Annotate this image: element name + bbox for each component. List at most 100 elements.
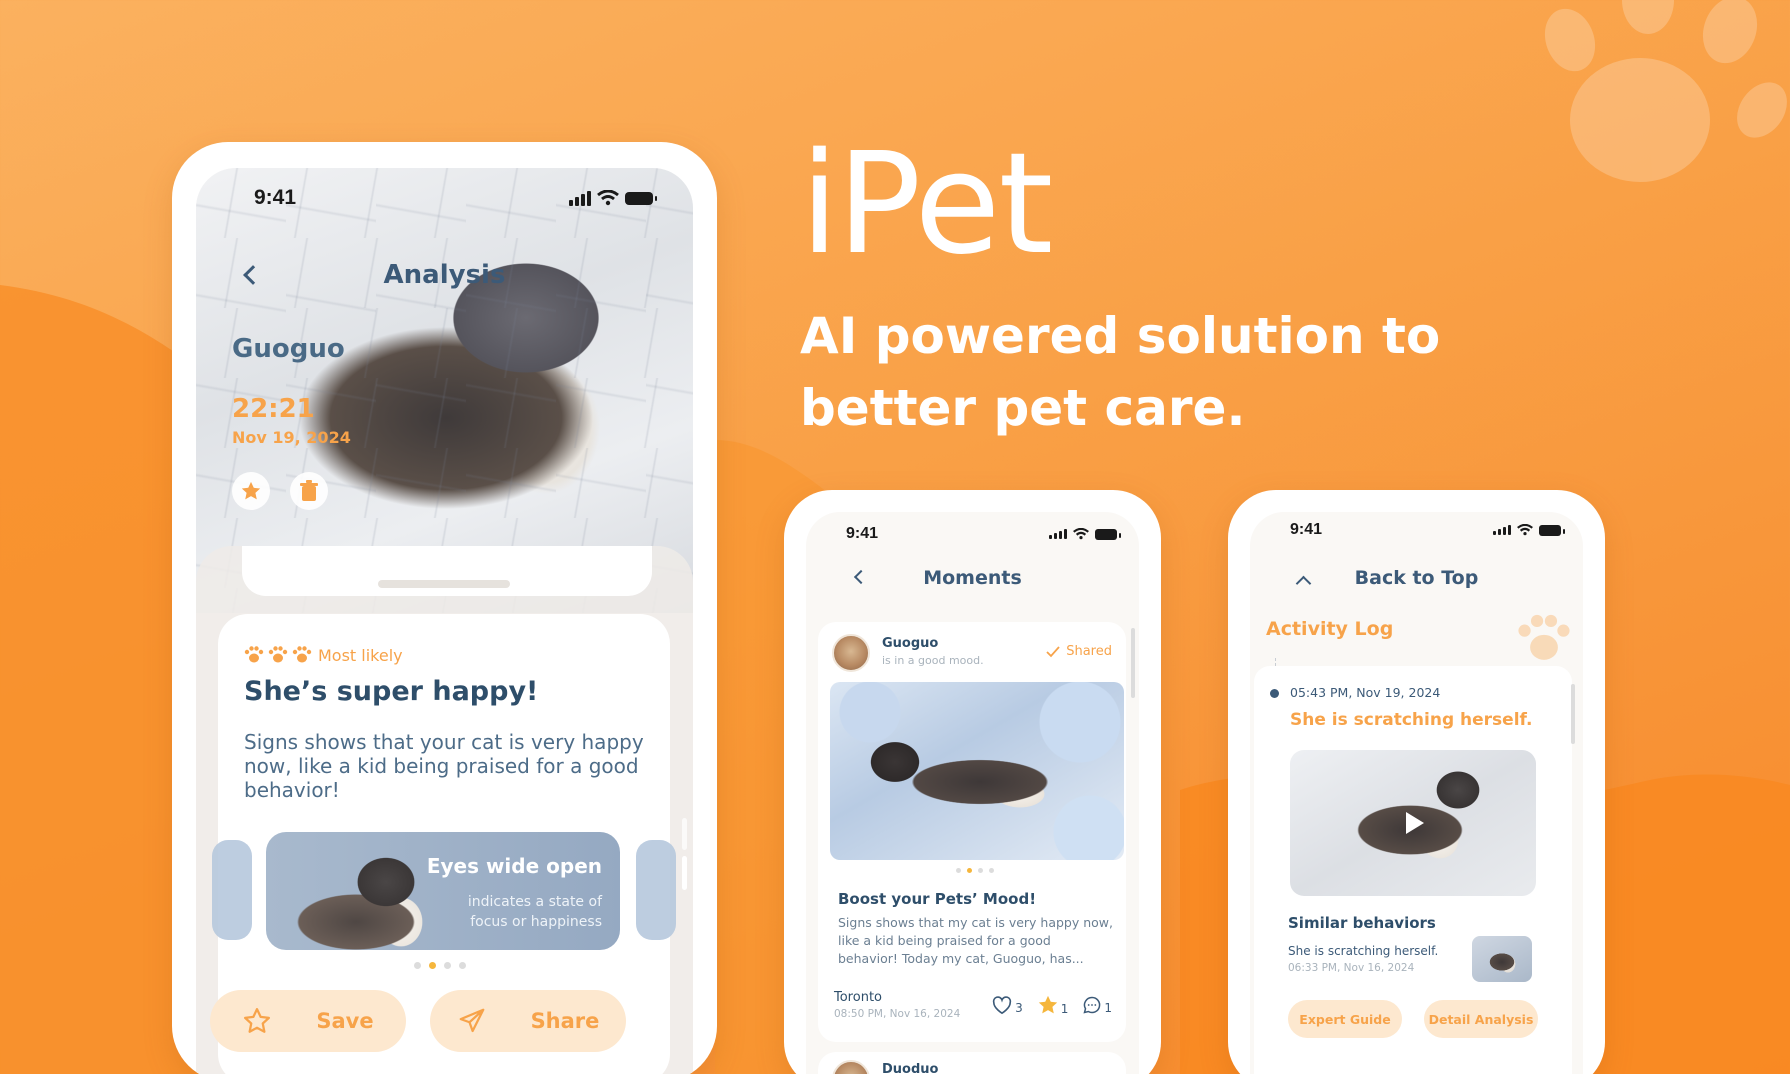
activity-phone-mockup: 9:41 Back to Top Activity Log 05:43 PM, … [1228, 490, 1605, 1074]
app-brand-title: iPet [800, 123, 1053, 286]
detail-analysis-button[interactable]: Detail Analysis [1424, 1000, 1538, 1038]
analysis-time: 22:21 [232, 394, 315, 424]
play-icon[interactable] [1406, 812, 1424, 834]
battery-icon [1095, 528, 1121, 540]
analysis-screen: 9:41 Analysis Guoguo 22:21 Nov 19, 2024 [196, 168, 693, 1074]
post-author[interactable]: Guoguo [882, 636, 938, 651]
trash-icon [300, 480, 318, 501]
scrollbar-thumb[interactable] [1571, 684, 1575, 744]
cellular-signal-icon [569, 190, 591, 206]
carousel-dot[interactable] [956, 868, 961, 873]
scrollbar-thumb[interactable] [682, 856, 687, 890]
status-bar: 9:41 [806, 522, 1139, 546]
carousel-dot[interactable] [459, 962, 466, 969]
similar-behavior-text[interactable]: She is scratching herself. [1288, 944, 1438, 958]
post-mood: is in a good mood. [882, 654, 984, 667]
photo-dots[interactable] [956, 868, 994, 873]
carousel-next-slide[interactable] [636, 840, 676, 940]
page-title: Moments [923, 567, 1022, 589]
moments-phone-mockup: 9:41 Moments Guoguo is in a good mood. S… [784, 490, 1161, 1074]
cellular-signal-icon [1049, 529, 1067, 539]
carousel-prev-slide[interactable] [212, 840, 252, 940]
like-count: 3 [1015, 1001, 1023, 1015]
back-to-top-button[interactable]: Back to Top [1250, 567, 1583, 589]
status-bar: 9:41 [196, 182, 693, 214]
star-count: 1 [1060, 1002, 1069, 1016]
carousel-dot-active[interactable] [967, 868, 972, 873]
status-time: 9:41 [846, 525, 879, 542]
status-bar: 9:41 [1250, 518, 1583, 542]
carousel-dot-active[interactable] [429, 962, 436, 969]
wifi-icon [1517, 524, 1533, 536]
post-author[interactable]: Duoduo [882, 1062, 938, 1074]
carousel-dots[interactable] [414, 962, 466, 969]
activity-entry-card[interactable]: 05:43 PM, Nov 19, 2024 She is scratching… [1254, 666, 1572, 1074]
status-time: 9:41 [254, 186, 297, 209]
carousel-slide[interactable]: Eyes wide open indicates a state of focu… [266, 832, 620, 950]
timeline-dot [1270, 689, 1279, 698]
check-icon [1046, 645, 1060, 657]
activity-screen: 9:41 Back to Top Activity Log 05:43 PM, … [1250, 512, 1583, 1074]
share-button[interactable]: Share [430, 990, 626, 1052]
shared-status: Shared [1046, 644, 1112, 659]
carousel-dot[interactable] [414, 962, 421, 969]
nav-bar: Analysis [196, 256, 693, 296]
entry-video[interactable] [1290, 750, 1536, 896]
paw-icon [268, 646, 288, 663]
carousel-dot[interactable] [989, 868, 994, 873]
comment-count: 1 [1104, 1001, 1112, 1015]
paw-icon [292, 646, 312, 663]
moments-screen: 9:41 Moments Guoguo is in a good mood. S… [806, 512, 1139, 1074]
scrollbar[interactable] [682, 818, 687, 850]
delete-button[interactable] [290, 472, 328, 510]
post-photo[interactable] [830, 682, 1124, 860]
paw-decoration-icon [1544, 0, 1787, 182]
cellular-signal-icon [1493, 525, 1511, 535]
entry-title: She is scratching herself. [1290, 710, 1533, 730]
comment-button[interactable]: 1 [1082, 995, 1112, 1015]
carousel-dot[interactable] [444, 962, 451, 969]
app-tagline: AI powered solution to better pet care. [800, 307, 1441, 437]
sheet-drag-handle[interactable] [378, 580, 510, 588]
expert-guide-button[interactable]: Expert Guide [1288, 1000, 1402, 1038]
save-label: Save [316, 1009, 374, 1033]
wifi-icon [1073, 528, 1089, 540]
star-button[interactable]: 1 [1037, 994, 1069, 1016]
similar-behavior-date: 06:33 PM, Nov 16, 2024 [1288, 962, 1415, 974]
likelihood-paws [244, 646, 312, 664]
post-location: Toronto [834, 990, 882, 1005]
post-body: Signs shows that my cat is very happy no… [838, 915, 1113, 966]
carousel-dot[interactable] [978, 868, 983, 873]
paw-icon [244, 646, 264, 663]
pet-name: Guoguo [232, 334, 345, 364]
star-icon [1038, 995, 1057, 1014]
post-title: Boost your Pets’ Mood! [838, 890, 1037, 908]
scrollbar-thumb[interactable] [1131, 628, 1135, 698]
slide-title: Eyes wide open [426, 854, 602, 878]
wifi-icon [597, 190, 619, 206]
like-button[interactable]: 3 [991, 995, 1023, 1015]
status-time: 9:41 [1290, 521, 1323, 538]
heart-icon [992, 996, 1012, 1015]
moment-post-card[interactable]: Guoguo is in a good mood. Shared Boost y… [818, 622, 1126, 1042]
similar-behavior-thumbnail[interactable] [1472, 936, 1532, 982]
analysis-phone-mockup: 9:41 Analysis Guoguo 22:21 Nov 19, 2024 [172, 142, 717, 1074]
star-outline-icon [244, 1008, 271, 1033]
avatar[interactable] [832, 1060, 870, 1074]
page-title: Analysis [383, 260, 506, 290]
likelihood-label: Most likely [318, 646, 403, 665]
shared-label: Shared [1066, 644, 1112, 659]
mood-headline: She’s super happy! [244, 676, 539, 707]
activity-log-title: Activity Log [1266, 618, 1394, 640]
moment-post-card[interactable]: Duoduo [818, 1052, 1126, 1074]
avatar[interactable] [832, 634, 870, 672]
paw-decoration-icon [1518, 614, 1570, 660]
post-stats: 3 1 1 [991, 994, 1112, 1016]
post-timestamp: 08:50 PM, Nov 16, 2024 [834, 1008, 961, 1020]
comment-icon [1083, 996, 1101, 1014]
sheet-top [242, 546, 652, 596]
battery-icon [1539, 524, 1565, 536]
favorite-button[interactable] [232, 472, 270, 510]
save-button[interactable]: Save [210, 990, 406, 1052]
slide-subtitle: indicates a state of focus or happiness [467, 894, 602, 930]
